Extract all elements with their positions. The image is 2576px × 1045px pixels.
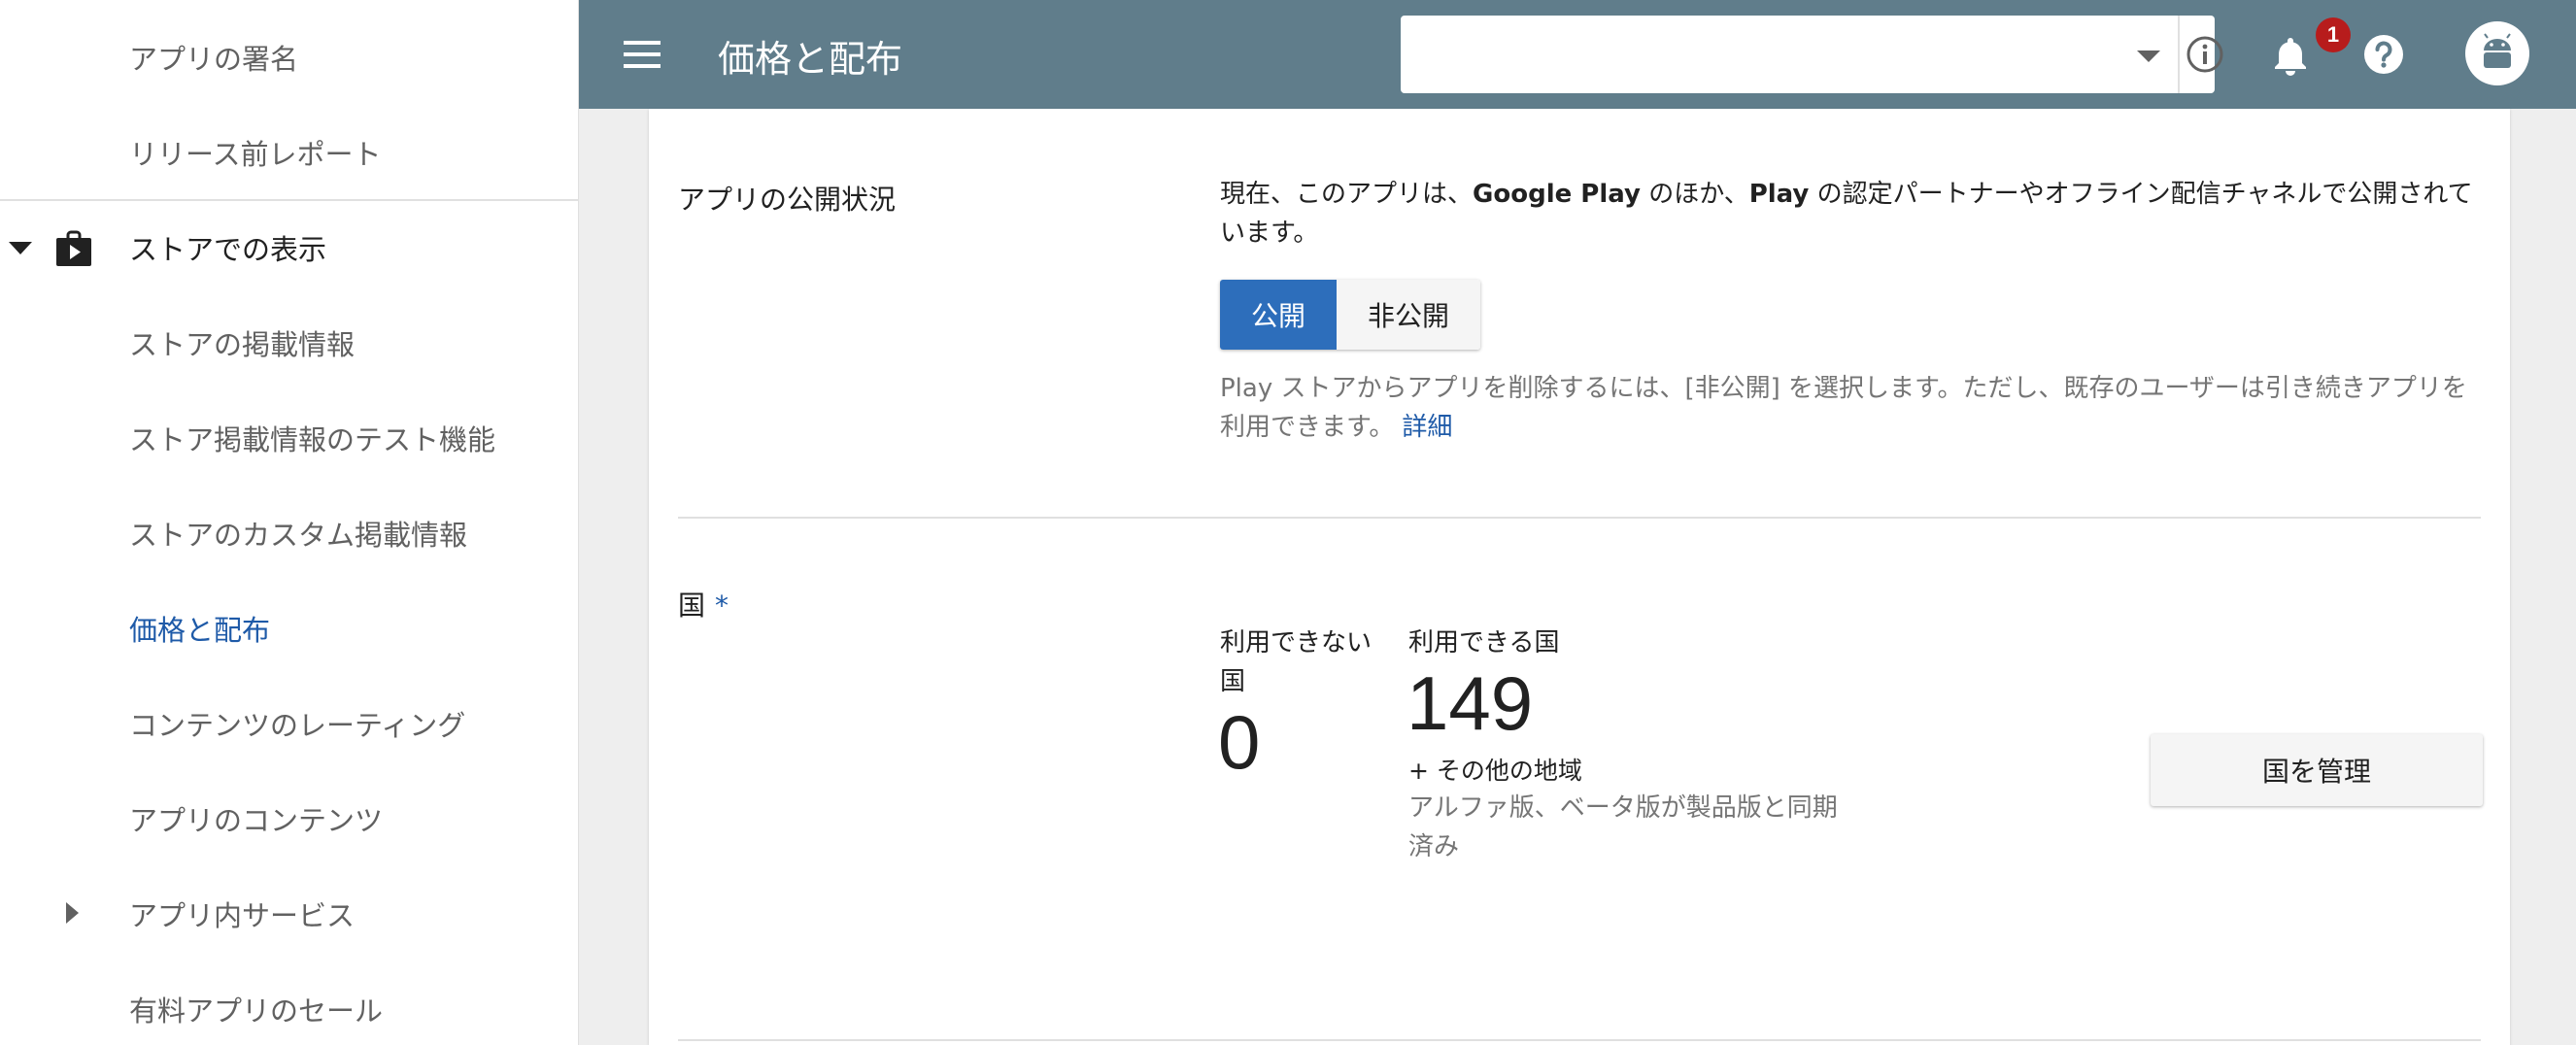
app-visibility-label: アプリの公開状況 [678, 184, 897, 216]
caret-right-icon [66, 902, 79, 924]
sidebar-item-pricing-distribution[interactable]: 価格と配布 [0, 581, 578, 676]
sidebar-item-label: 有料アプリのセール [129, 994, 384, 1028]
sidebar-item-pre-launch-report[interactable]: リリース前レポート [0, 105, 578, 200]
available-countries-count: 149 [1407, 660, 1534, 746]
description-brand: Google Play [1473, 180, 1641, 209]
store-bag-icon [56, 230, 91, 266]
available-countries-label: 利用できる国 [1408, 628, 1560, 657]
unavailable-countries-count: 0 [1218, 699, 1261, 785]
sidebar-item-label: リリース前レポート [129, 138, 382, 171]
sidebar-item-label: コンテンツのレーティング [129, 709, 466, 742]
sidebar-item-label: 価格と配布 [129, 614, 271, 647]
sidebar-item-label: アプリのコンテンツ [129, 804, 384, 837]
unavailable-countries-label: 利用できない国 [1220, 628, 1373, 696]
section-divider [678, 1039, 2481, 1041]
page-title: 価格と配布 [718, 38, 903, 81]
sidebar-item-label: ストア掲載情報のテスト機能 [129, 423, 496, 456]
other-regions-text: + その他の地域 [1408, 757, 1582, 785]
sync-note: アルファ版、ベータ版が製品版と同期済み [1408, 793, 1838, 861]
visibility-toggle: 公開 非公開 [1220, 280, 1480, 350]
notification-badge: 1 [2316, 17, 2351, 52]
description-text: 現在、このアプリは、 [1220, 180, 1474, 209]
sidebar: アプリの署名 リリース前レポート ストアでの表示 ストアの掲載情報 ストア掲載情… [0, 0, 579, 1045]
sidebar-item-custom-store-listing[interactable]: ストアのカスタム掲載情報 [0, 486, 578, 581]
app-selector[interactable] [1401, 16, 2223, 93]
unpublished-button[interactable]: 非公開 [1337, 280, 1480, 350]
unpublish-help-text: Play ストアからアプリを削除するには、[非公開] を選択します。ただし、既存… [1220, 369, 2483, 447]
manage-countries-button[interactable]: 国を管理 [2151, 734, 2483, 806]
sidebar-item-label: ストアの掲載情報 [129, 328, 356, 361]
top-app-bar: 価格と配布 1 [579, 0, 2576, 109]
app-visibility-description: 現在、このアプリは、Google Play のほか、Play の認定パートナーや… [1220, 175, 2483, 253]
sidebar-item-label: ストアでの表示 [129, 233, 327, 266]
required-mark: * [715, 590, 729, 622]
menu-icon[interactable] [624, 41, 661, 68]
app-selector-divider [2178, 16, 2180, 93]
bell-icon[interactable] [2269, 33, 2312, 76]
avatar[interactable] [2465, 21, 2529, 85]
sidebar-item-app-content[interactable]: アプリのコンテンツ [0, 771, 578, 866]
published-button[interactable]: 公開 [1220, 280, 1337, 350]
sidebar-item-content-rating[interactable]: コンテンツのレーティング [0, 676, 578, 771]
sidebar-item-label: アプリの署名 [129, 43, 299, 76]
info-icon[interactable] [2186, 35, 2224, 74]
pricing-distribution-card: アプリの公開状況 現在、このアプリは、Google Play のほか、Play … [649, 109, 2510, 1045]
section-divider [678, 517, 2481, 519]
sidebar-item-label: ストアのカスタム掲載情報 [129, 519, 468, 552]
caret-down-icon [9, 242, 32, 254]
sidebar-item-in-app-products[interactable]: アプリ内サービス [0, 866, 578, 961]
android-avatar-icon [2484, 33, 2511, 68]
sidebar-item-label: アプリ内サービス [129, 899, 356, 932]
description-brand: Play [1748, 180, 1810, 209]
sidebar-item-store-listing[interactable]: ストアの掲載情報 [0, 295, 578, 390]
sidebar-item-app-signing[interactable]: アプリの署名 [0, 10, 578, 105]
sidebar-section-store-presence[interactable]: ストアでの表示 [0, 200, 578, 295]
countries-label: 国 * [678, 585, 729, 624]
countries-label-text: 国 [678, 590, 706, 622]
description-text: のほか、 [1640, 180, 1749, 209]
dropdown-arrow-icon[interactable] [2137, 51, 2160, 62]
sidebar-item-store-listing-experiments[interactable]: ストア掲載情報のテスト機能 [0, 390, 578, 486]
learn-more-link[interactable]: 詳細 [1402, 413, 1452, 442]
help-icon[interactable] [2362, 33, 2405, 76]
sidebar-item-paid-app-sales[interactable]: 有料アプリのセール [0, 961, 578, 1045]
